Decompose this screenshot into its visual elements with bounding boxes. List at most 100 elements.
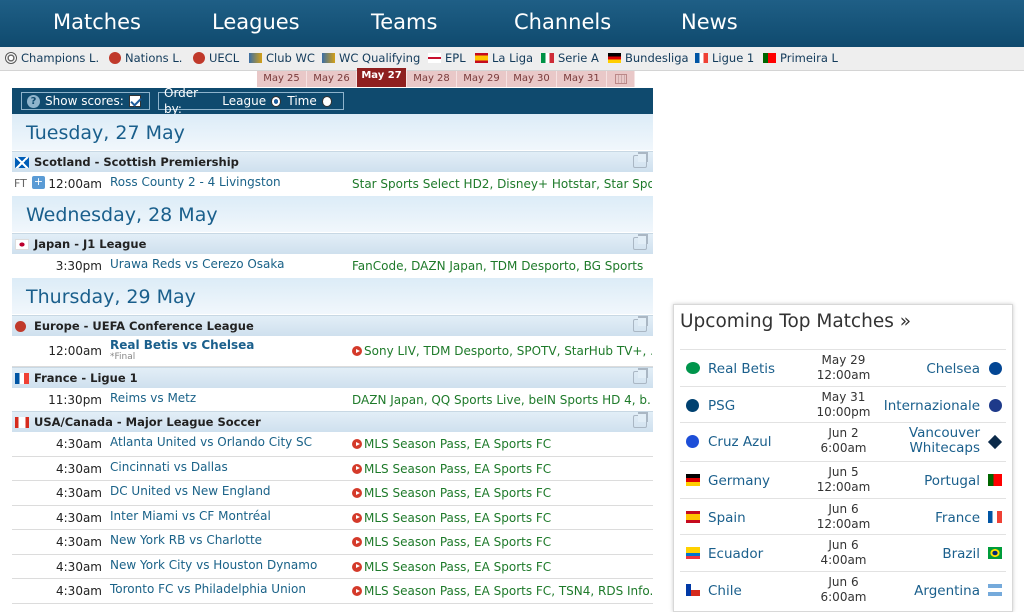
cruz-azul-crest-icon — [686, 435, 699, 448]
match-link[interactable]: Atlanta United vs Orlando City SC — [110, 435, 312, 449]
league-link-champions-league[interactable]: Champions L. — [5, 51, 99, 65]
home-team[interactable]: PSG — [708, 398, 735, 414]
france-flag-icon — [988, 510, 1002, 523]
match-link[interactable]: Cincinnati vs Dallas — [110, 460, 228, 474]
match-link[interactable]: Toronto FC vs Philadelphia Union — [110, 582, 306, 596]
top-match-row[interactable]: Chile Jun 6 6:00am Argentina — [680, 570, 1006, 608]
match-link[interactable]: Inter Miami vs CF Montréal — [110, 509, 271, 523]
league-link-epl[interactable]: EPL — [428, 51, 466, 65]
match-link[interactable]: New York RB vs Charlotte — [110, 533, 262, 547]
nav-channels[interactable]: Channels — [514, 10, 611, 34]
match-time: 10:00pm — [816, 404, 871, 419]
match-channels[interactable]: MLS Season Pass, EA Sports FC — [352, 486, 652, 500]
league-link-nations-league[interactable]: Nations L. — [109, 51, 182, 65]
external-link-icon[interactable] — [633, 152, 648, 168]
home-team[interactable]: Spain — [708, 510, 746, 526]
away-team[interactable]: Chelsea — [926, 361, 980, 377]
calendar-icon[interactable] — [607, 71, 635, 87]
match-channels[interactable]: MLS Season Pass, EA Sports FC — [352, 437, 652, 451]
date-tab[interactable]: May 29 — [457, 71, 507, 87]
date-tab-active[interactable]: May 27 — [357, 68, 407, 87]
match-link[interactable]: New York City vs Houston Dynamo — [110, 558, 317, 572]
france-flag-icon — [15, 373, 29, 384]
date-tab[interactable]: May 30 — [507, 71, 557, 87]
home-team[interactable]: Real Betis — [708, 361, 775, 377]
match-link[interactable]: Reims vs Metz — [110, 391, 196, 405]
top-match-row[interactable]: Cruz Azul Jun 2 6:00am Vancouver Whitecaps — [680, 422, 1006, 461]
away-team[interactable]: Portugal — [924, 473, 980, 489]
date-tab[interactable]: May 31 — [557, 71, 607, 87]
match-time: 4:30am — [56, 535, 102, 549]
match-row: 4:30am Cincinnati vs Dallas MLS Season P… — [12, 457, 653, 481]
league-link-la-liga[interactable]: La Liga — [475, 51, 533, 65]
match-link[interactable]: Urawa Reds vs Cerezo Osaka — [110, 257, 285, 271]
nav-leagues[interactable]: Leagues — [212, 10, 300, 34]
home-team[interactable]: Cruz Azul — [708, 434, 772, 450]
top-match-row[interactable]: Ecuador Jun 6 4:00am Brazil — [680, 534, 1006, 571]
uefa-icon — [193, 52, 205, 64]
away-team-line: Whitecaps — [909, 440, 980, 456]
match-channels[interactable]: MLS Season Pass, EA Sports FC — [352, 511, 652, 525]
match-link[interactable]: Ross County 2 - 4 Livingston — [110, 175, 281, 189]
date-tab[interactable]: May 25 — [257, 71, 307, 87]
upcoming-top-matches-panel: Upcoming Top Matches » Real Betis May 29… — [673, 304, 1013, 612]
nav-news[interactable]: News — [681, 10, 738, 34]
nav-matches[interactable]: Matches — [53, 10, 141, 34]
league-link-serie-a[interactable]: Serie A — [541, 51, 599, 65]
match-link[interactable]: Real Betis vs Chelsea — [110, 338, 254, 352]
away-team[interactable]: Internazionale — [884, 398, 980, 414]
league-heading[interactable]: Scotland - Scottish Premiership — [12, 151, 653, 172]
league-heading[interactable]: France - Ligue 1 — [12, 367, 653, 388]
help-icon[interactable]: ? — [27, 94, 40, 108]
league-link-club-wc[interactable]: Club WC — [249, 51, 315, 65]
home-team[interactable]: Germany — [708, 473, 770, 489]
league-link-ligue-1[interactable]: Ligue 1 — [695, 51, 754, 65]
match-channels[interactable]: FanCode, DAZN Japan, TDM Desporto, BG Sp… — [352, 259, 652, 273]
nav-teams[interactable]: Teams — [371, 10, 437, 34]
external-link-icon[interactable] — [633, 412, 648, 428]
upcoming-top-matches-title[interactable]: Upcoming Top Matches » — [680, 311, 911, 332]
internazionale-crest-icon — [989, 398, 1002, 412]
match-time: 12:00am — [816, 480, 871, 494]
match-channels[interactable]: MLS Season Pass, EA Sports FC — [352, 462, 652, 476]
match-channels[interactable]: DAZN Japan, QQ Sports Live, beIN Sports … — [352, 393, 652, 407]
match-channels[interactable]: Star Sports Select HD2, Disney+ Hotstar,… — [352, 177, 652, 191]
show-scores-checkbox[interactable] — [128, 95, 141, 107]
home-team[interactable]: Chile — [708, 583, 742, 599]
match-row: 4:30am DC United vs New England MLS Seas… — [12, 481, 653, 506]
external-link-icon[interactable] — [633, 316, 648, 332]
germany-flag-icon — [608, 53, 621, 63]
league-link-wc-qualifying[interactable]: WC Qualifying — [322, 51, 420, 65]
match-channels[interactable]: Sony LIV, TDM Desporto, SPOTV, StarHub T… — [352, 344, 652, 358]
top-match-row[interactable]: Spain Jun 6 12:00am France — [680, 497, 1006, 535]
external-link-icon[interactable] — [633, 368, 648, 384]
date-tab[interactable]: May 28 — [407, 71, 457, 87]
match-time: 4:30am — [56, 437, 102, 451]
away-team[interactable]: Brazil — [942, 546, 980, 562]
order-time-radio[interactable] — [321, 95, 332, 107]
away-team[interactable]: France — [935, 510, 980, 526]
league-link-primeira-liga[interactable]: Primeira L — [763, 51, 838, 65]
order-league-radio[interactable] — [271, 95, 282, 107]
league-heading[interactable]: USA/Canada - Major League Soccer — [12, 411, 653, 432]
away-team[interactable]: Vancouver Whitecaps — [909, 426, 980, 456]
match-channels[interactable]: MLS Season Pass, EA Sports FC — [352, 535, 652, 549]
play-icon — [352, 463, 362, 474]
away-team[interactable]: Argentina — [914, 583, 980, 599]
date-tab[interactable]: May 26 — [307, 71, 357, 87]
match-channels[interactable]: MLS Season Pass, EA Sports FC, TSN4, RDS… — [352, 584, 652, 598]
league-link-uecl[interactable]: UECL — [193, 51, 239, 65]
external-link-icon[interactable] — [633, 234, 648, 250]
match-channels[interactable]: MLS Season Pass, EA Sports FC — [352, 560, 652, 574]
league-heading[interactable]: Japan - J1 League — [12, 233, 653, 254]
top-match-row[interactable]: Real Betis May 29 12:00am Chelsea — [680, 349, 1006, 386]
top-match-row[interactable]: Germany Jun 5 12:00am Portugal — [680, 461, 1006, 498]
league-link-bundesliga[interactable]: Bundesliga — [608, 51, 689, 65]
match-link[interactable]: DC United vs New England — [110, 484, 271, 498]
match-channels-label: Sony LIV, TDM Desporto, SPOTV, StarHub T… — [364, 344, 652, 358]
league-heading[interactable]: Europe - UEFA Conference League — [12, 315, 653, 336]
play-icon — [352, 537, 362, 547]
top-match-row[interactable]: PSG May 31 10:00pm Internazionale — [680, 385, 1006, 423]
league-link-label: Club WC — [266, 51, 315, 65]
home-team[interactable]: Ecuador — [708, 546, 763, 562]
